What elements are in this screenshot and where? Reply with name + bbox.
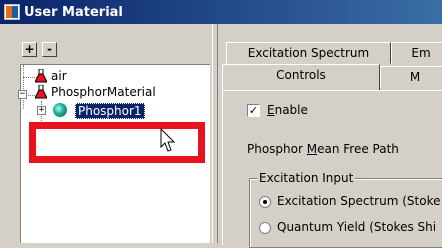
tab-excitation-spectrum[interactable]: Excitation Spectrum: [226, 42, 391, 64]
controls-panel: ✓ Enable Phosphor Mean Free Path Excitat…: [222, 90, 442, 248]
mouse-cursor-icon: [160, 128, 176, 152]
collapse-all-button[interactable]: -: [42, 42, 57, 57]
excitation-input-group: [249, 178, 442, 248]
highlight-box: [29, 122, 205, 163]
expand-all-button[interactable]: +: [22, 42, 37, 57]
tab-emission[interactable]: Em: [391, 42, 442, 64]
expand-toggle[interactable]: +: [37, 106, 46, 115]
quantum-yield-option-label: Quantum Yield (Stokes Shi: [277, 220, 437, 234]
excitation-spectrum-radio[interactable]: [259, 196, 271, 208]
enable-checkbox[interactable]: ✓: [247, 104, 260, 117]
enable-label: Enable: [267, 103, 308, 117]
tab-m[interactable]: M: [380, 66, 442, 88]
tree-connector: [23, 65, 24, 109]
title-bar: User Material: [0, 0, 442, 24]
window-title: User Material: [24, 4, 123, 20]
tree-item-phosphor1[interactable]: Phosphor1: [75, 103, 145, 119]
flask-icon: [35, 69, 47, 83]
properties-pane: Excitation Spectrum Em Controls M ✓ Enab…: [218, 24, 442, 248]
phosphor-icon: [53, 103, 67, 117]
tree-pane: + - air − PhosphorMaterial + Phosphor1: [0, 24, 212, 243]
tree-item-phosphor-material[interactable]: PhosphorMaterial: [51, 85, 156, 99]
collapse-toggle[interactable]: −: [18, 90, 27, 99]
flask-icon: [35, 85, 47, 99]
tree-item-air[interactable]: air: [51, 69, 67, 83]
mean-free-path-label: Phosphor Mean Free Path: [247, 142, 399, 156]
excitation-spectrum-option-label: Excitation Spectrum (Stoke: [277, 194, 441, 208]
excitation-input-label: Excitation Input: [257, 171, 356, 185]
quantum-yield-radio[interactable]: [259, 222, 271, 234]
tab-controls[interactable]: Controls: [222, 64, 380, 90]
app-icon: [4, 4, 20, 20]
